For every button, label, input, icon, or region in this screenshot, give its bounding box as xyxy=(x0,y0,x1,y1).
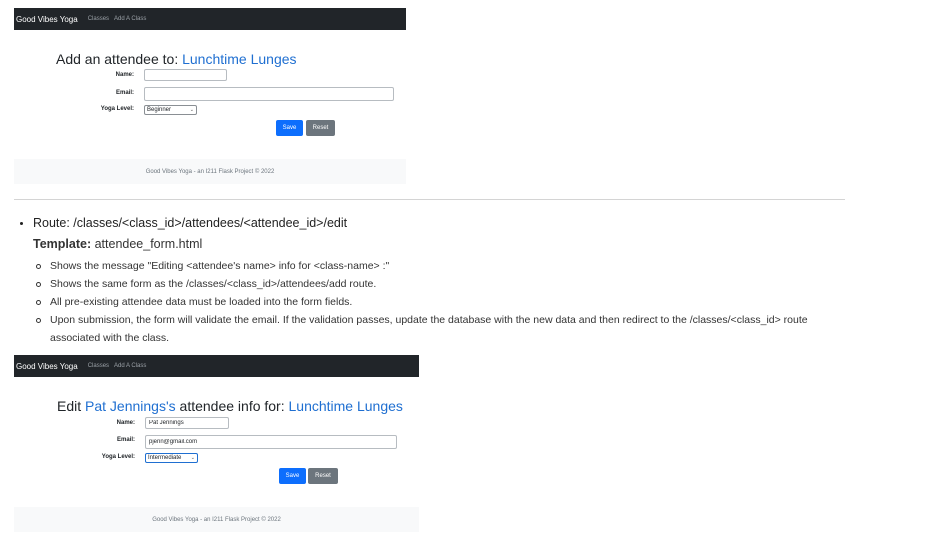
yoga-level-label: Yoga Level: xyxy=(101,454,135,460)
page-title: Edit Pat Jennings's attendee info for: L… xyxy=(57,398,403,414)
yoga-level-value: Beginner xyxy=(147,107,172,113)
page-footer: Good Vibes Yoga - an I211 Flask Project … xyxy=(14,507,419,532)
email-input[interactable] xyxy=(145,435,397,449)
reset-button[interactable]: Reset xyxy=(306,120,335,136)
email-label: Email: xyxy=(116,437,135,443)
yoga-level-select[interactable]: Intermediate ⌄ xyxy=(145,453,198,463)
bullet-icon xyxy=(20,222,23,225)
brand-link[interactable]: Good Vibes Yoga xyxy=(16,15,78,24)
page-title: Add an attendee to: Lunchtime Lunges xyxy=(56,51,297,67)
navbar: Good Vibes Yoga Classes Add A Class xyxy=(14,8,406,30)
email-input[interactable] xyxy=(144,87,394,101)
add-attendee-screenshot: Good Vibes Yoga Classes Add A Class Add … xyxy=(14,8,406,184)
brand-link[interactable]: Good Vibes Yoga xyxy=(16,362,78,371)
name-label: Name: xyxy=(115,72,134,78)
list-item: Upon submission, the form will validate … xyxy=(33,311,813,347)
attendee-name: Pat Jennings's xyxy=(85,398,176,414)
nav-add-class-link[interactable]: Add A Class xyxy=(114,16,146,22)
template-value: attendee_form.html xyxy=(91,237,203,251)
name-input[interactable] xyxy=(145,417,229,429)
navbar: Good Vibes Yoga Classes Add A Class xyxy=(14,355,419,377)
title-prefix: Edit xyxy=(57,398,86,414)
list-item: Shows the same form as the /classes/<cla… xyxy=(33,275,813,293)
template-label: Template: xyxy=(33,237,92,251)
edit-attendee-screenshot: Good Vibes Yoga Classes Add A Class Edit… xyxy=(14,355,419,532)
page-footer: Good Vibes Yoga - an I211 Flask Project … xyxy=(14,159,406,184)
nav-classes-link[interactable]: Classes xyxy=(88,363,109,369)
list-item: All pre-existing attendee data must be l… xyxy=(33,293,813,311)
name-label: Name: xyxy=(116,420,135,426)
template-line: Template: attendee_form.html xyxy=(33,237,202,251)
chevron-down-icon: ⌄ xyxy=(190,455,195,461)
chevron-down-icon: ⌄ xyxy=(189,107,194,113)
yoga-level-value: Intermediate xyxy=(148,455,182,461)
class-name: Lunchtime Lunges xyxy=(182,51,297,67)
yoga-level-label: Yoga Level: xyxy=(100,106,134,112)
requirements-list: Shows the message "Editing <attendee's n… xyxy=(33,257,813,347)
save-button[interactable]: Save xyxy=(276,120,303,136)
title-middle: attendee info for: xyxy=(175,398,289,414)
nav-add-class-link[interactable]: Add A Class xyxy=(114,363,146,369)
title-prefix: Add an attendee to: xyxy=(56,51,183,67)
nav-classes-link[interactable]: Classes xyxy=(88,16,109,22)
section-divider xyxy=(14,199,845,200)
email-label: Email: xyxy=(115,90,134,96)
list-item: Shows the message "Editing <attendee's n… xyxy=(33,257,813,275)
yoga-level-select[interactable]: Beginner ⌄ xyxy=(144,105,197,115)
reset-button[interactable]: Reset xyxy=(308,468,338,484)
class-name: Lunchtime Lunges xyxy=(288,398,403,414)
save-button[interactable]: Save xyxy=(279,468,306,484)
name-input[interactable] xyxy=(144,69,227,81)
route-text: Route: /classes/<class_id>/attendees/<at… xyxy=(33,216,348,230)
